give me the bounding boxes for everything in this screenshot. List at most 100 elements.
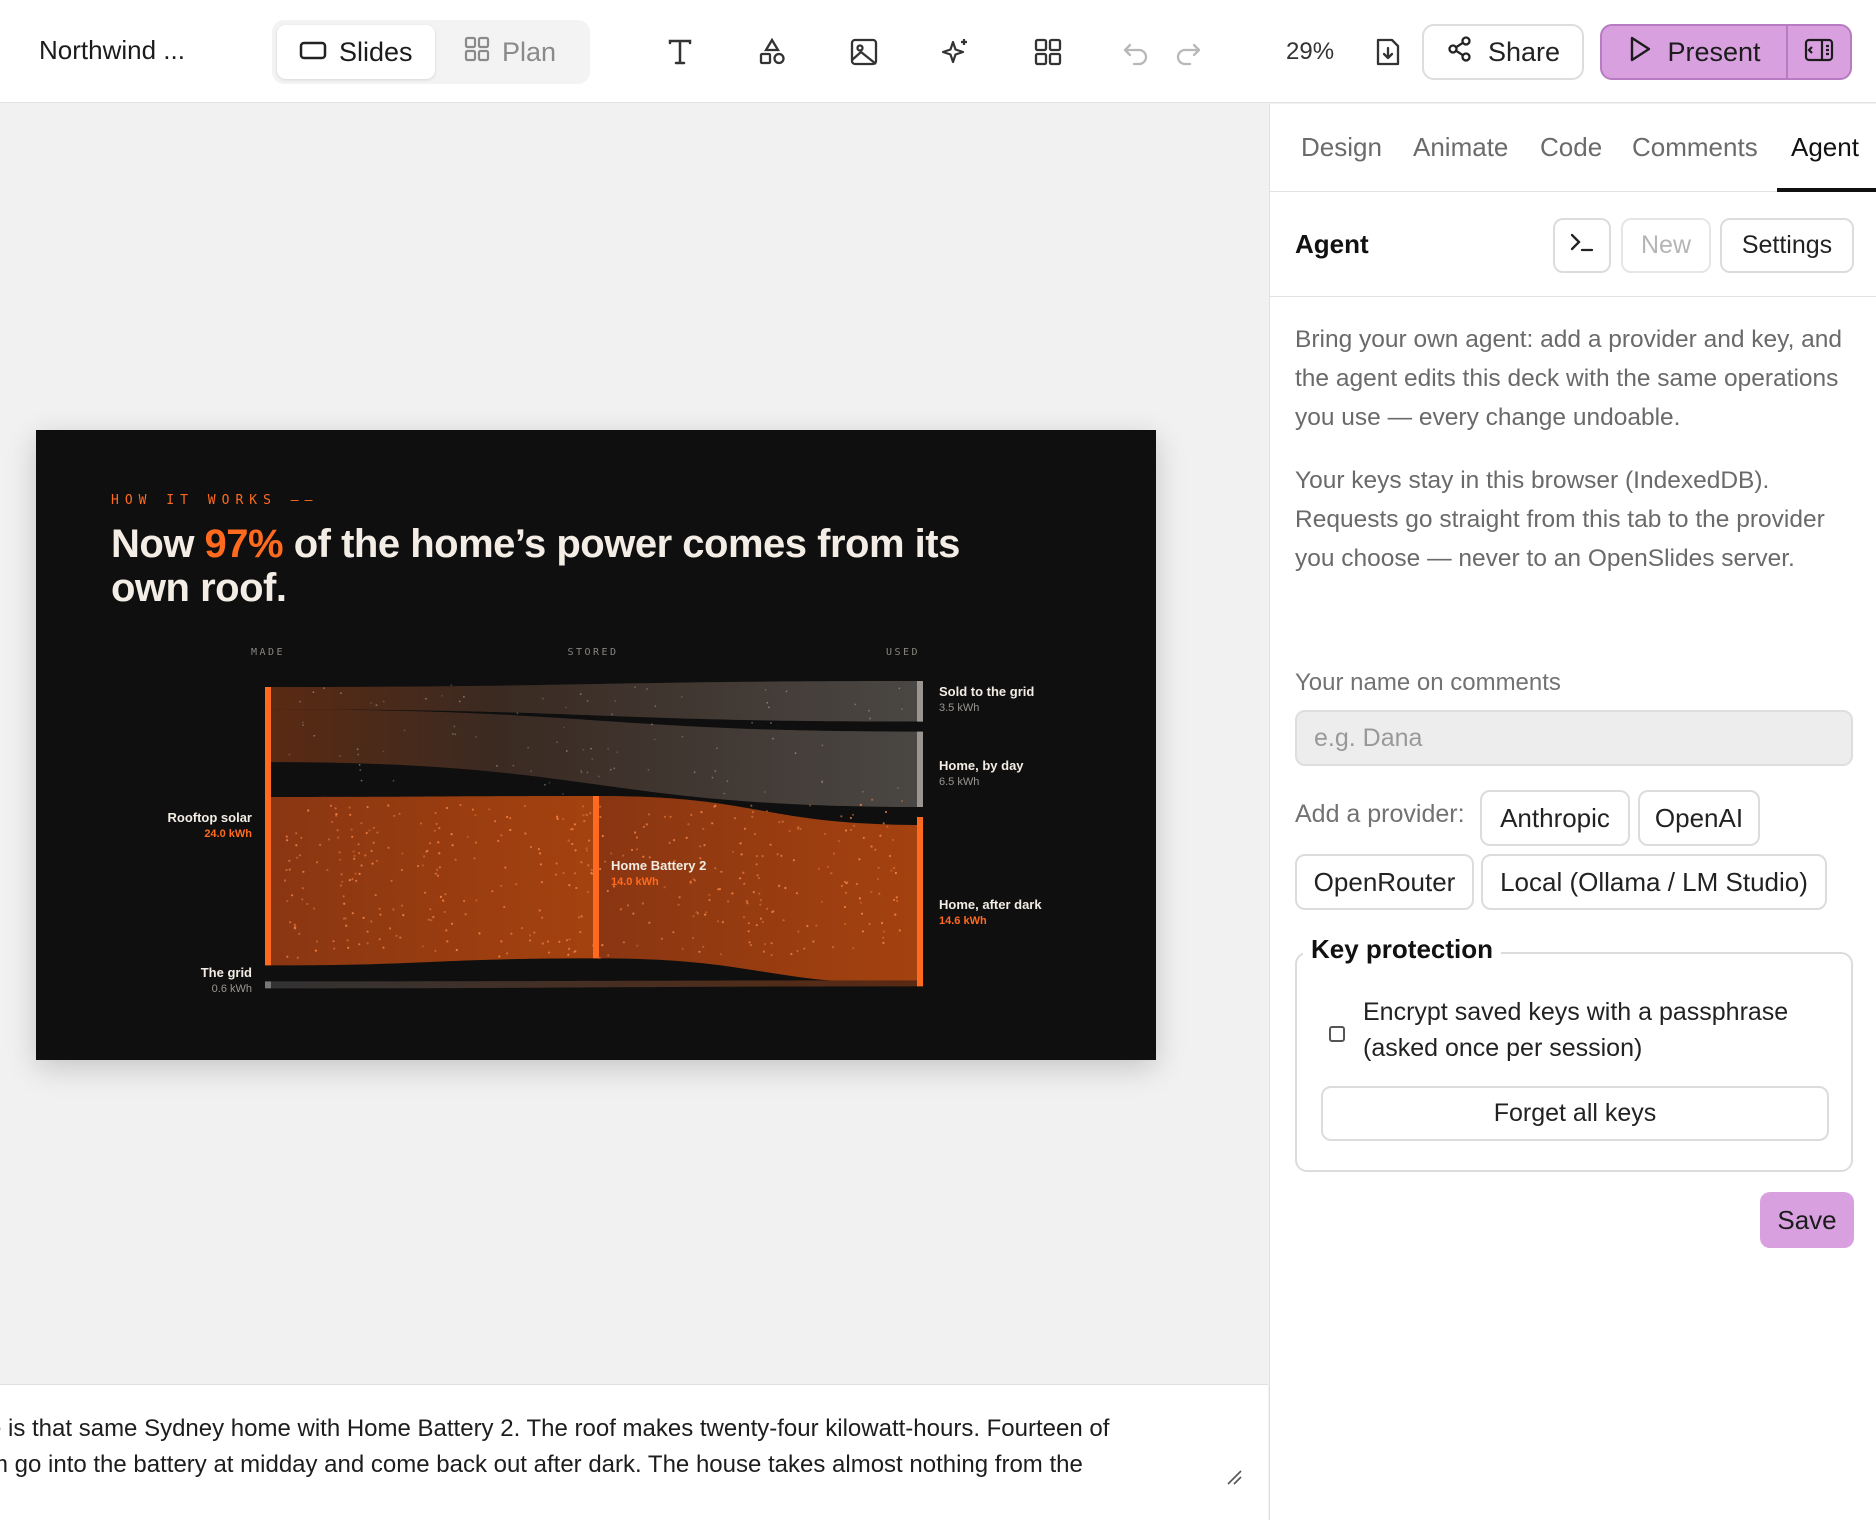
flow-particle — [298, 854, 301, 857]
shapes-tool-icon[interactable] — [748, 28, 796, 76]
tab-code[interactable]: Code — [1540, 132, 1602, 163]
flow-particle — [876, 877, 880, 881]
flow-particle — [598, 775, 600, 778]
flow-particle — [634, 831, 637, 834]
flow-particle — [473, 857, 476, 860]
flow-particle — [591, 758, 594, 760]
redo-icon[interactable] — [1164, 28, 1212, 76]
link-solar-to-battery — [271, 796, 593, 966]
grid-components-icon[interactable] — [1024, 28, 1072, 76]
flow-particle — [770, 942, 773, 945]
flow-particle — [382, 946, 385, 949]
provider-anthropic-button[interactable]: Anthropic — [1480, 790, 1630, 846]
flow-particle — [512, 764, 515, 767]
export-download-icon[interactable] — [1364, 28, 1412, 76]
column-header-stored: STORED — [567, 647, 618, 658]
share-button[interactable]: Share — [1422, 24, 1584, 80]
flow-particle — [451, 922, 454, 925]
flow-particle — [699, 845, 702, 848]
node-rooftop-solar — [265, 687, 271, 966]
resize-handle-icon[interactable] — [1226, 1469, 1242, 1490]
encrypt-label[interactable]: Encrypt saved keys with a passphrase (as… — [1363, 994, 1843, 1066]
flow-particle — [533, 931, 536, 934]
flow-particle — [755, 855, 759, 858]
flow-particle — [506, 815, 509, 819]
tab-animate[interactable]: Animate — [1413, 132, 1508, 163]
flow-particle — [871, 798, 874, 801]
flow-particle — [351, 878, 354, 881]
flow-particle — [586, 700, 589, 702]
flow-particle — [494, 820, 497, 823]
flow-particle — [696, 912, 700, 915]
flow-particle — [366, 805, 369, 809]
flow-particle — [692, 936, 695, 939]
flow-particle — [471, 808, 474, 811]
flow-particle — [454, 858, 457, 861]
text-tool-icon[interactable] — [656, 28, 704, 76]
flow-particle — [333, 947, 336, 950]
flow-particle — [392, 779, 395, 782]
flow-particle — [567, 839, 570, 842]
flow-particle — [497, 839, 500, 842]
provider-local-button[interactable]: Local (Ollama / LM Studio) — [1481, 854, 1827, 910]
flow-particle — [365, 831, 368, 835]
flow-particle — [329, 804, 333, 807]
settings-button[interactable]: Settings — [1720, 218, 1854, 273]
flow-particle — [555, 862, 558, 865]
presenter-view-icon — [1804, 37, 1834, 68]
flow-particle — [401, 852, 404, 855]
flow-particle — [590, 868, 593, 872]
zoom-level[interactable]: 29% — [1286, 38, 1334, 66]
flow-particle — [425, 697, 427, 700]
flow-particle — [759, 903, 762, 906]
slide-canvas[interactable]: HOW IT WORKS —— Now 97% of the home’s po… — [0, 104, 1268, 1384]
flow-particle — [601, 944, 604, 947]
flow-particle — [778, 884, 781, 887]
flow-particle — [315, 861, 319, 864]
speaker-notes[interactable]: e is that same Sydney home with Home Bat… — [0, 1384, 1268, 1520]
slide[interactable]: HOW IT WORKS —— Now 97% of the home’s po… — [36, 430, 1156, 1060]
flow-particle — [750, 804, 753, 807]
flow-particle — [541, 942, 544, 945]
flow-particle — [353, 854, 356, 857]
slides-view-button[interactable]: Slides — [277, 25, 435, 79]
name-input[interactable]: e.g. Dana — [1295, 710, 1853, 766]
flow-particle — [444, 893, 447, 896]
flow-particle — [353, 857, 356, 860]
terminal-button[interactable] — [1553, 218, 1611, 273]
save-button[interactable]: Save — [1760, 1192, 1854, 1248]
flow-particle — [849, 828, 853, 831]
flow-particle — [693, 879, 697, 882]
flow-particle — [601, 834, 604, 838]
tab-design[interactable]: Design — [1301, 132, 1382, 163]
flow-particle — [568, 938, 571, 941]
new-button[interactable]: New — [1621, 218, 1711, 273]
tab-agent[interactable]: Agent — [1791, 132, 1859, 163]
flow-particle — [368, 829, 371, 832]
provider-openrouter-button[interactable]: OpenRouter — [1295, 854, 1474, 910]
flow-particle — [580, 861, 583, 864]
flow-particle — [574, 849, 577, 852]
speaker-notes-text[interactable]: e is that same Sydney home with Home Bat… — [0, 1411, 1248, 1483]
flow-particle — [346, 939, 349, 942]
ai-sparkle-icon[interactable] — [932, 28, 980, 76]
flow-particle — [356, 748, 359, 751]
presenter-view-button[interactable] — [1786, 24, 1852, 80]
flow-particle — [498, 955, 501, 958]
forget-keys-button[interactable]: Forget all keys — [1321, 1086, 1829, 1141]
flow-particle — [326, 868, 329, 872]
play-icon — [1627, 35, 1653, 70]
present-button[interactable]: Present — [1600, 24, 1788, 80]
flow-particle — [500, 834, 503, 837]
plan-view-button[interactable]: Plan — [442, 25, 578, 79]
encrypt-checkbox[interactable] — [1329, 1026, 1345, 1042]
provider-openai-button[interactable]: OpenAI — [1638, 790, 1760, 846]
tab-comments[interactable]: Comments — [1632, 132, 1758, 163]
flow-particle — [302, 724, 304, 726]
image-tool-icon[interactable] — [840, 28, 888, 76]
flow-particle — [568, 947, 571, 951]
flow-particle — [788, 830, 791, 833]
document-title[interactable]: Northwind ... — [39, 35, 185, 66]
flow-particle — [827, 865, 830, 868]
undo-icon[interactable] — [1112, 28, 1160, 76]
